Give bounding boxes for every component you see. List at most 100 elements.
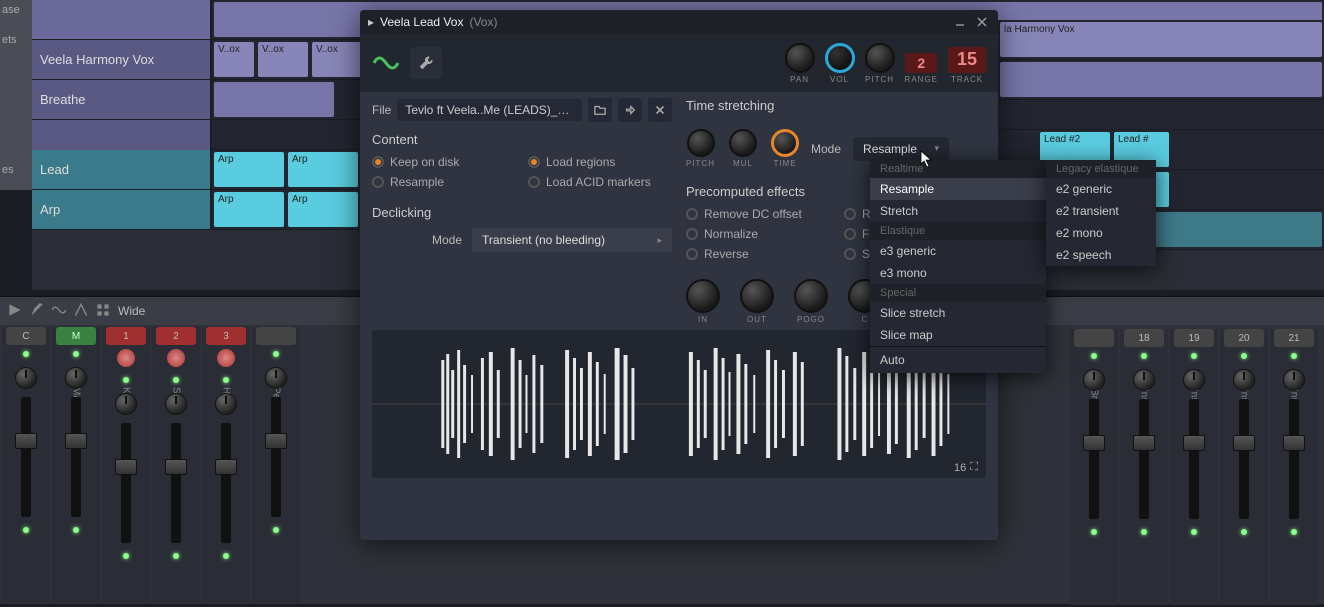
dropdown-item-e2mono[interactable]: e2 mono <box>1046 222 1156 244</box>
settings-wrench-button[interactable] <box>410 47 442 79</box>
dropdown-item-slicestretch[interactable]: Slice stretch <box>870 302 1046 324</box>
mixer-channel[interactable]: MMaster <box>52 327 100 603</box>
range-display[interactable]: 2RANGE <box>905 53 938 84</box>
track-header[interactable]: Lead <box>32 150 212 189</box>
channel-led[interactable] <box>123 377 129 383</box>
mixer-channel[interactable]: 18Insert 18 <box>1120 329 1168 605</box>
mixer-view-label[interactable]: Wide <box>118 304 145 318</box>
channel-number[interactable] <box>256 327 296 345</box>
normalize-radio[interactable]: Normalize <box>686 227 828 241</box>
minimize-button[interactable] <box>952 14 968 30</box>
mixer-channel[interactable]: Breaths <box>1070 329 1118 605</box>
channel-number[interactable] <box>1074 329 1114 347</box>
expand-icon[interactable]: ⛶ <box>970 461 978 474</box>
chevron-right-icon[interactable]: ▸ <box>368 15 374 29</box>
mixer-channel[interactable]: 2Snare <box>152 327 200 603</box>
mixer-channel[interactable]: 21Insert 102 <box>1270 329 1318 605</box>
channel-mute-led[interactable] <box>23 527 29 533</box>
load-regions-radio[interactable]: Load regions <box>528 155 672 169</box>
stretch-mode-dropdown-col2[interactable]: Legacy elastique e2 generic e2 transient… <box>1046 160 1156 266</box>
pattern-clip[interactable]: Arp <box>288 192 358 227</box>
channel-fader[interactable] <box>21 397 31 517</box>
channel-mute-led[interactable] <box>223 553 229 559</box>
channel-led[interactable] <box>173 377 179 383</box>
dropdown-item-e3mono[interactable]: e3 mono <box>870 262 1046 284</box>
channel-pan-knob[interactable] <box>1283 369 1305 391</box>
ts-mode-select[interactable]: Resample ▾ <box>853 137 949 161</box>
channel-mute-led[interactable] <box>1141 529 1147 535</box>
channel-fader[interactable] <box>121 423 131 543</box>
grid-icon[interactable] <box>96 303 110 320</box>
channel-fader[interactable] <box>1089 399 1099 519</box>
channel-pan-knob[interactable] <box>265 367 287 389</box>
audio-clip[interactable]: V..ox <box>258 42 308 77</box>
dropdown-item-resample[interactable]: Resample <box>870 178 1046 200</box>
channel-number[interactable]: 3 <box>206 327 246 345</box>
channel-pan-knob[interactable] <box>1233 369 1255 391</box>
channel-mute-led[interactable] <box>1091 529 1097 535</box>
arrow-icon[interactable] <box>74 303 88 320</box>
pogo-knob[interactable]: POGO <box>794 279 828 324</box>
pattern-clip[interactable]: Arp <box>214 152 284 187</box>
channel-mute-led[interactable] <box>173 553 179 559</box>
channel-led[interactable] <box>73 351 79 357</box>
audio-clip[interactable] <box>214 82 334 117</box>
channel-fader[interactable] <box>1139 399 1149 519</box>
resample-radio[interactable]: Resample <box>372 175 516 189</box>
mixer-channel[interactable]: 1Kick <box>102 327 150 603</box>
channel-fader[interactable] <box>1239 399 1249 519</box>
channel-number[interactable]: 20 <box>1224 329 1264 347</box>
close-button[interactable] <box>974 14 990 30</box>
channel-pan-knob[interactable] <box>1183 369 1205 391</box>
channel-fader[interactable] <box>221 423 231 543</box>
audio-clip[interactable]: V..ox <box>214 42 254 77</box>
ts-time-knob[interactable]: TIME <box>771 129 799 168</box>
track-header[interactable]: Arp <box>32 190 212 229</box>
dialog-titlebar[interactable]: ▸ Veela Lead Vox (Vox) <box>360 10 998 34</box>
ts-mul-knob[interactable]: MUL <box>729 129 757 168</box>
reverse-radio[interactable]: Reverse <box>686 247 828 261</box>
folder-button[interactable] <box>588 98 612 122</box>
channel-led[interactable] <box>1091 353 1097 359</box>
channel-pan-knob[interactable] <box>165 393 187 415</box>
dropdown-item-e2generic[interactable]: e2 generic <box>1046 178 1156 200</box>
pattern-clip[interactable]: Arp <box>288 152 358 187</box>
channel-led[interactable] <box>1241 353 1247 359</box>
volume-knob[interactable]: VOL <box>825 43 855 84</box>
mixer-channel[interactable]: 19Insert 100 <box>1170 329 1218 605</box>
channel-pan-knob[interactable] <box>215 393 237 415</box>
in-knob[interactable]: IN <box>686 279 720 324</box>
dropdown-item-slicemap[interactable]: Slice map <box>870 324 1046 346</box>
mixer-channel[interactable]: 20Insert 101 <box>1220 329 1268 605</box>
channel-fader[interactable] <box>271 397 281 517</box>
mixer-channel[interactable]: Perc <box>252 327 300 603</box>
channel-pan-knob[interactable] <box>1083 369 1105 391</box>
channel-number[interactable]: 21 <box>1274 329 1314 347</box>
channel-mute-led[interactable] <box>273 527 279 533</box>
clear-file-button[interactable] <box>648 98 672 122</box>
channel-pan-knob[interactable] <box>65 367 87 389</box>
channel-number[interactable]: 1 <box>106 327 146 345</box>
channel-number[interactable]: 2 <box>156 327 196 345</box>
channel-mute-led[interactable] <box>1191 529 1197 535</box>
declick-mode-select[interactable]: Transient (no bleeding) ▸ <box>472 228 672 252</box>
track-display[interactable]: 15TRACK <box>948 47 986 84</box>
dropdown-item-auto[interactable]: Auto <box>870 347 1046 373</box>
audio-clip[interactable]: V..ox <box>312 42 362 77</box>
pitch-knob[interactable]: PITCH <box>865 43 895 84</box>
channel-fader[interactable] <box>171 423 181 543</box>
ts-pitch-knob[interactable]: PITCH <box>686 129 715 168</box>
dropdown-item-e2transient[interactable]: e2 transient <box>1046 200 1156 222</box>
channel-pan-knob[interactable] <box>15 367 37 389</box>
channel-led[interactable] <box>273 351 279 357</box>
track-header[interactable]: Veela Harmony Vox <box>32 40 212 79</box>
channel-fader[interactable] <box>1189 399 1199 519</box>
channel-number[interactable]: 18 <box>1124 329 1164 347</box>
audio-clip[interactable]: la Harmony Vox <box>1000 22 1322 57</box>
channel-fader[interactable] <box>1289 399 1299 519</box>
track-header[interactable] <box>32 0 212 39</box>
channel-led[interactable] <box>1191 353 1197 359</box>
channel-number[interactable]: M <box>56 327 96 345</box>
wave-icon[interactable] <box>52 303 66 320</box>
file-name-field[interactable]: Tevlo ft Veela..Me (LEADS)_4.wav <box>397 99 582 121</box>
